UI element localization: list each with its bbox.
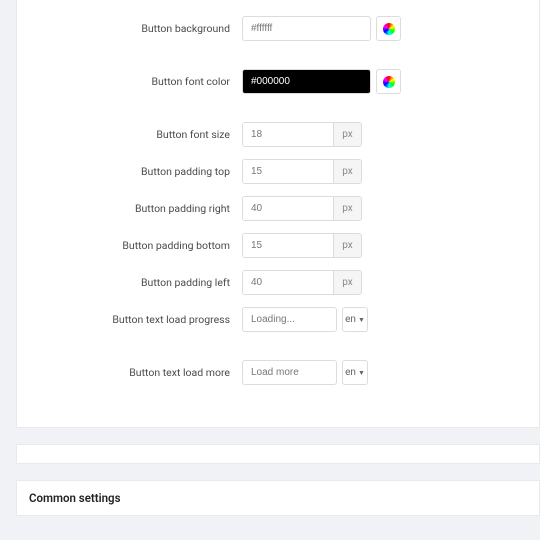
unit-button-padding-bottom: px [333, 234, 361, 257]
label-button-font-color: Button font color [37, 75, 242, 88]
empty-panel [16, 444, 540, 464]
input-button-background[interactable] [242, 16, 371, 41]
input-button-text-load-more[interactable] [242, 360, 337, 385]
label-button-padding-bottom: Button padding bottom [37, 239, 242, 252]
input-button-font-size[interactable] [243, 123, 333, 146]
unit-button-font-size: px [333, 123, 361, 146]
input-button-padding-right[interactable] [243, 197, 333, 220]
lang-select-load-more[interactable]: en ▼ [342, 360, 368, 385]
color-wheel-icon [383, 76, 395, 88]
label-button-padding-left: Button padding left [37, 276, 242, 289]
unit-button-padding-right: px [333, 197, 361, 220]
row-button-padding-bottom: Button padding bottom px [37, 233, 519, 258]
row-button-padding-right: Button padding right px [37, 196, 519, 221]
label-button-font-size: Button font size [37, 128, 242, 141]
row-button-padding-top: Button padding top px [37, 159, 519, 184]
input-button-padding-bottom[interactable] [243, 234, 333, 257]
chevron-down-icon: ▼ [358, 369, 365, 377]
row-button-padding-left: Button padding left px [37, 270, 519, 295]
label-button-text-load-progress: Button text load progress [37, 313, 242, 326]
unit-button-padding-left: px [333, 271, 361, 294]
lang-code: en [345, 367, 356, 378]
lang-select-load-progress[interactable]: en ▼ [342, 307, 368, 332]
lang-code: en [345, 314, 356, 325]
settings-panel: Button background Button font color Butt… [16, 0, 540, 428]
colorpicker-button-background[interactable] [376, 16, 401, 41]
input-button-text-load-progress[interactable] [242, 307, 337, 332]
colorpicker-button-font-color[interactable] [376, 69, 401, 94]
row-button-background: Button background [37, 16, 519, 41]
common-settings-panel: Common settings [16, 480, 540, 516]
unit-button-padding-top: px [333, 160, 361, 183]
label-button-padding-right: Button padding right [37, 202, 242, 215]
input-button-padding-top[interactable] [243, 160, 333, 183]
section-title-common-settings: Common settings [29, 491, 527, 505]
color-wheel-icon [383, 23, 395, 35]
label-button-background: Button background [37, 22, 242, 35]
row-button-font-color: Button font color [37, 69, 519, 94]
row-button-text-load-progress: Button text load progress en ▼ [37, 307, 519, 332]
input-button-padding-left[interactable] [243, 271, 333, 294]
label-button-text-load-more: Button text load more [37, 366, 242, 379]
row-button-text-load-more: Button text load more en ▼ [37, 360, 519, 385]
input-button-font-color[interactable] [242, 69, 371, 94]
label-button-padding-top: Button padding top [37, 165, 242, 178]
chevron-down-icon: ▼ [358, 316, 365, 324]
row-button-font-size: Button font size px [37, 122, 519, 147]
